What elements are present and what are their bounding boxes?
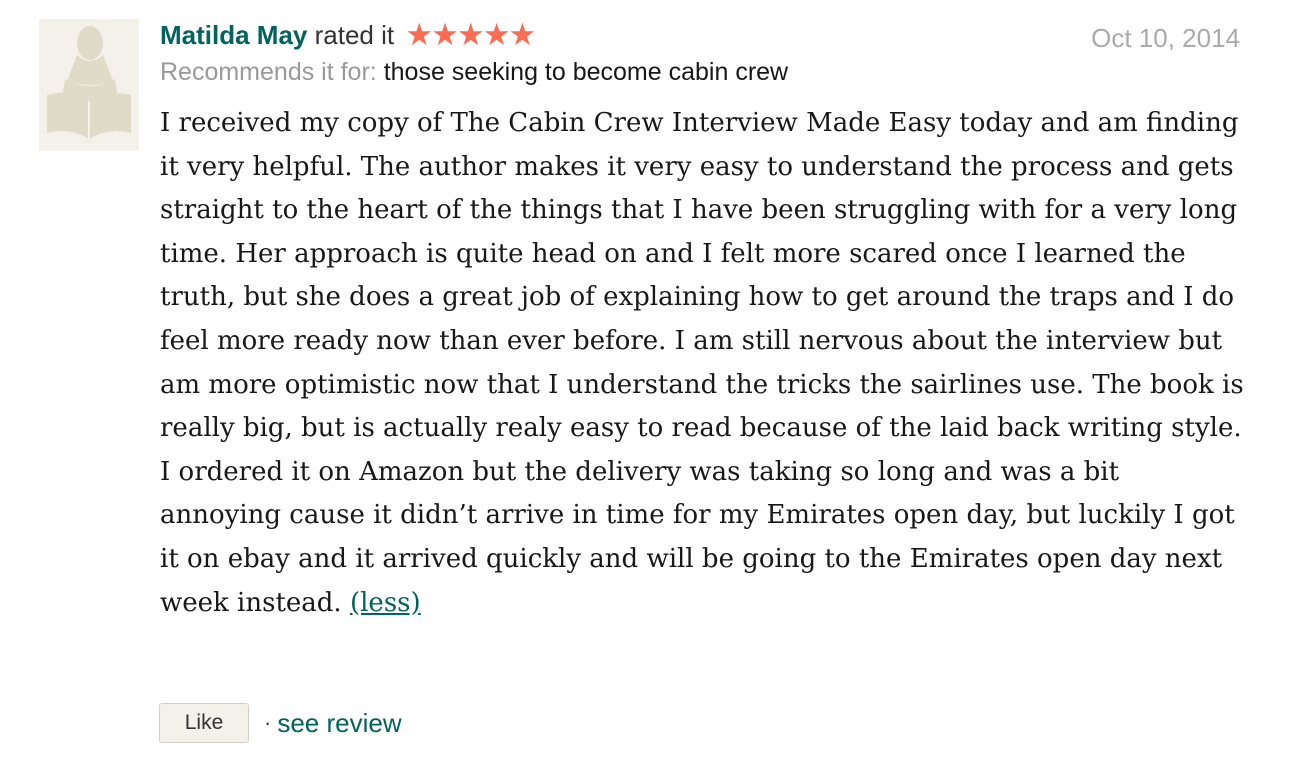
review-header: Matilda May rated it ★★★★★: [160, 14, 1240, 56]
like-button[interactable]: Like: [159, 703, 249, 743]
user-reading-book-silhouette-icon: [47, 26, 131, 139]
separator-dot: ·: [264, 710, 272, 735]
review-date-link[interactable]: Oct 10, 2014: [1091, 20, 1240, 56]
recommends-line: Recommends it for: those seeking to beco…: [160, 54, 1240, 90]
recommends-value: those seeking to become cabin crew: [383, 58, 789, 86]
review-content: Matilda May rated it ★★★★★ Oct 10, 2014 …: [160, 14, 1244, 625]
review-card: Matilda May rated it ★★★★★ Oct 10, 2014 …: [0, 0, 1306, 762]
reviewer-name-link[interactable]: Matilda May: [160, 20, 307, 50]
see-review-link[interactable]: see review: [277, 708, 401, 739]
review-actions: Like · see review: [159, 702, 402, 744]
reviewer-avatar[interactable]: [39, 19, 139, 151]
review-body-text: I received my copy of The Cabin Crew Int…: [160, 108, 1244, 618]
less-link[interactable]: (less): [350, 588, 421, 618]
review-body: I received my copy of The Cabin Crew Int…: [160, 102, 1245, 625]
recommends-label: Recommends it for:: [160, 58, 377, 86]
rated-text: rated it: [314, 20, 395, 50]
star-rating: ★★★★★: [405, 17, 536, 52]
